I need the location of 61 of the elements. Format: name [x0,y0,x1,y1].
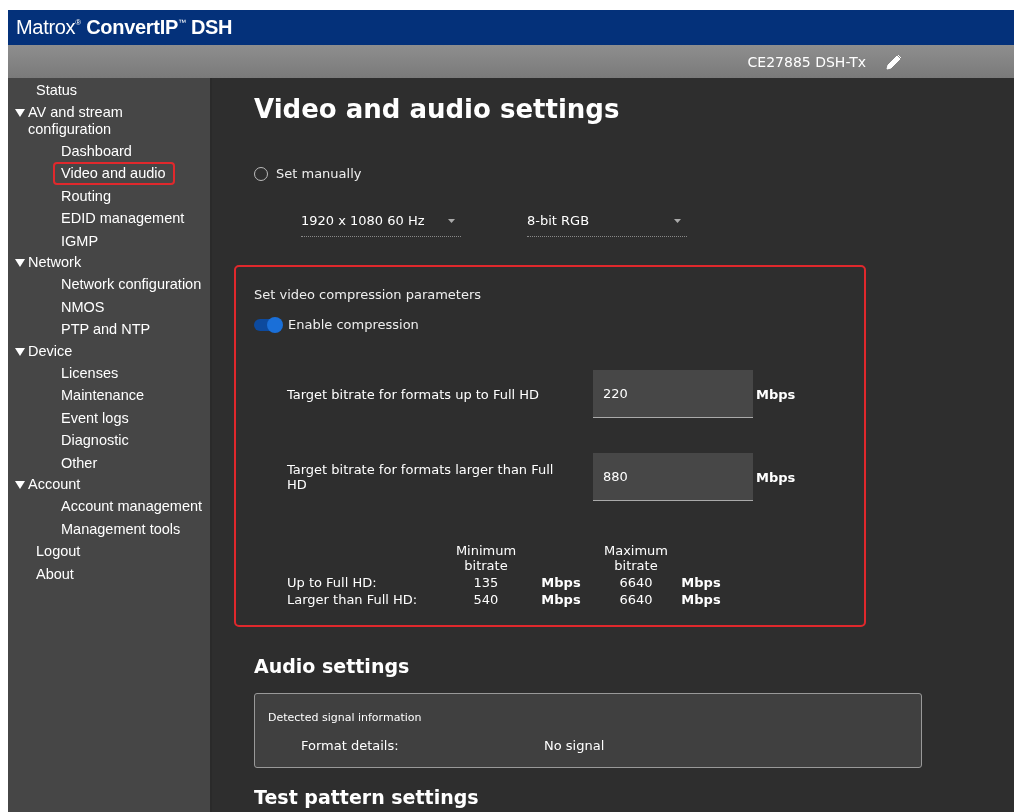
table-cell-text: Larger than Full HD: [287,592,419,607]
input-field[interactable]: 880 [593,453,753,501]
toggle-switch[interactable] [254,318,282,331]
nav-group[interactable]: Device [28,340,73,362]
nav-item[interactable]: Management tools [53,517,190,540]
nav-group[interactable]: Account [28,474,81,495]
table-cell-text: 6640 [618,592,654,607]
table-cell-text: Mbps [680,592,722,607]
nav-item[interactable]: EDID management [53,207,194,230]
caret-icon[interactable] [15,346,25,357]
dropdown[interactable]: 1920 x 1080 60 Hz [301,213,461,237]
dropdown[interactable]: 8-bit RGB [527,213,687,237]
section-heading: Set video compression parameters [254,287,482,302]
unit-label: Mbps [756,469,796,485]
page-title: Video and audio settings [254,94,621,124]
caret-icon[interactable] [15,107,25,118]
nav-item[interactable]: Account management [53,495,212,518]
caret-icon [674,218,681,223]
info-label: Format details: [301,738,400,753]
caret-icon[interactable] [15,258,25,268]
table-cell-text: 540 [472,592,500,607]
device-name: CE27885 DSH-Tx [747,53,866,70]
pencil-icon[interactable] [886,53,902,70]
nav-group[interactable]: AV and stream configuration [28,101,158,140]
nav-item[interactable]: NMOS [53,295,114,318]
nav-item[interactable]: Other [53,451,107,474]
nav-item[interactable]: Event logs [53,406,138,429]
radio-label: Set manually [276,166,362,181]
section-title: Audio settings [254,655,411,677]
caret-icon[interactable] [15,480,25,490]
nav-item[interactable]: Logout [28,540,90,563]
column-header: Maximum bitrate [602,543,670,573]
box-title: Detected signal information [268,711,422,724]
field-label: Target bitrate for formats larger than Full HD [287,462,555,492]
logo: Matrox$^{®}$ ConvertIP$^{™}$ DSH [16,16,233,39]
table-cell-text: Mbps [540,575,582,590]
nav-item[interactable]: PTP and NTP [53,318,160,341]
table-cell-text: 135 [472,575,500,590]
table-cell-text: 6640 [618,575,654,590]
nav-item[interactable]: Maintenance [53,384,154,407]
table-cell-text: Mbps [540,592,582,607]
section-title: Test pattern settings [254,786,480,808]
unit-label: Mbps [756,386,796,402]
nav-item[interactable]: Licenses [53,361,128,384]
field-label: Target bitrate for formats up to Full HD [287,386,541,402]
nav-group[interactable]: Network [28,252,82,273]
table-cell-text: Mbps [680,575,722,590]
nav-item[interactable]: Status [28,79,87,102]
column-header: Minimum bitrate [454,543,518,573]
table-cell-text: Up to Full HD: [287,575,378,590]
nav-item[interactable]: Routing [53,184,120,207]
toggle-label: Enable compression [288,317,419,332]
nav-item[interactable]: IGMP [53,229,108,252]
nav-item[interactable]: Video and audio [53,162,175,185]
nav-item[interactable]: About [28,562,83,585]
info-value: No signal [544,738,605,753]
nav-item[interactable]: Diagnostic [53,429,138,452]
nav-item[interactable]: Dashboard [53,139,141,162]
caret-icon [448,218,455,223]
input-field[interactable]: 220 [593,370,753,418]
nav-item[interactable]: Network configuration [53,273,211,296]
